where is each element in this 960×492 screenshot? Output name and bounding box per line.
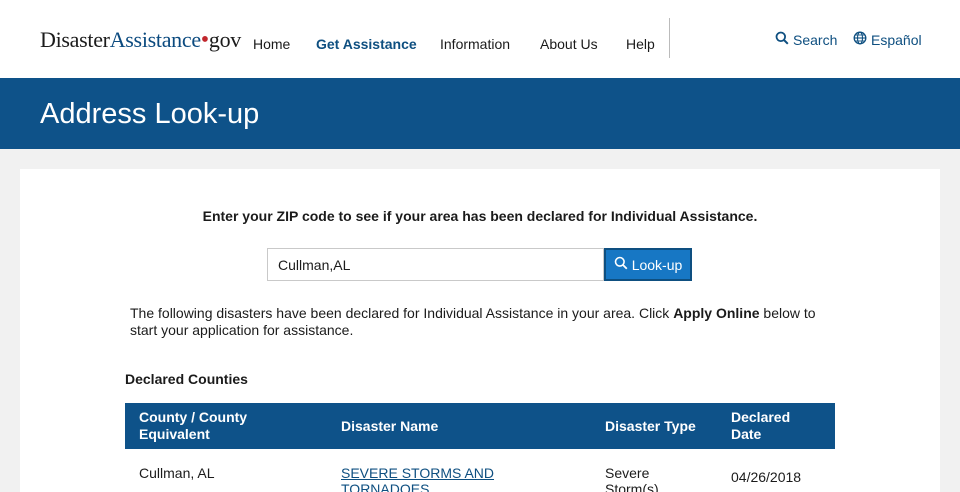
table-row: Cullman, AL SEVERE STORMS AND TORNADOES …: [125, 449, 835, 492]
cell-disaster-name: SEVERE STORMS AND TORNADOES: [341, 465, 511, 492]
magnifier-icon: [614, 256, 632, 273]
nav-help[interactable]: Help: [626, 36, 655, 52]
lookup-button[interactable]: Look-up: [604, 248, 692, 281]
table-header: County / County Equivalent Disaster Name…: [125, 403, 835, 449]
search-link[interactable]: Search: [775, 31, 837, 48]
disaster-name-link[interactable]: SEVERE STORMS AND TORNADOES: [341, 465, 494, 492]
search-icon: [775, 31, 793, 48]
column-header-disaster-type: Disaster Type: [605, 417, 696, 434]
declared-counties-table: County / County Equivalent Disaster Name…: [125, 403, 835, 492]
zip-input[interactable]: [267, 248, 604, 281]
logo-part-gov: gov: [208, 27, 242, 52]
language-label: Español: [871, 31, 922, 48]
results-text-before: The following disasters have been declar…: [130, 305, 674, 321]
search-label: Search: [793, 31, 838, 48]
column-header-county: County / County Equivalent: [139, 409, 248, 442]
results-description: The following disasters have been declar…: [130, 305, 830, 339]
lookup-button-label: Look-up: [631, 256, 683, 273]
column-header-declared-date: Declared Date: [731, 409, 791, 442]
cell-county: Cullman, AL: [139, 465, 215, 481]
lookup-prompt: Enter your ZIP code to see if your area …: [202, 208, 758, 224]
site-logo[interactable]: DisasterAssistance•gov: [40, 27, 242, 53]
cell-declared-date: 04/26/2018: [731, 469, 802, 485]
column-header-disaster-name: Disaster Name: [341, 417, 439, 434]
lookup-card: Enter your ZIP code to see if your area …: [20, 169, 940, 492]
declared-counties-heading: Declared Counties: [125, 371, 248, 387]
logo-dot: •: [200, 27, 209, 53]
language-link[interactable]: Español: [853, 31, 922, 48]
nav-information[interactable]: Information: [440, 36, 510, 52]
site-header: DisasterAssistance•gov Home Get Assistan…: [0, 0, 960, 78]
nav-get-assistance[interactable]: Get Assistance: [316, 36, 417, 52]
cell-disaster-type: Severe Storm(s): [605, 465, 659, 492]
page-banner: Address Look-up: [0, 78, 960, 149]
globe-icon: [853, 31, 871, 48]
nav-divider: [669, 18, 670, 58]
nav-about-us[interactable]: About Us: [540, 36, 598, 52]
page-title: Address Look-up: [40, 98, 260, 130]
apply-online-emphasis: Apply Online: [673, 305, 760, 321]
nav-home[interactable]: Home: [253, 36, 290, 52]
logo-part-disaster: Disaster: [40, 27, 110, 52]
logo-part-assistance: Assistance: [109, 27, 201, 52]
